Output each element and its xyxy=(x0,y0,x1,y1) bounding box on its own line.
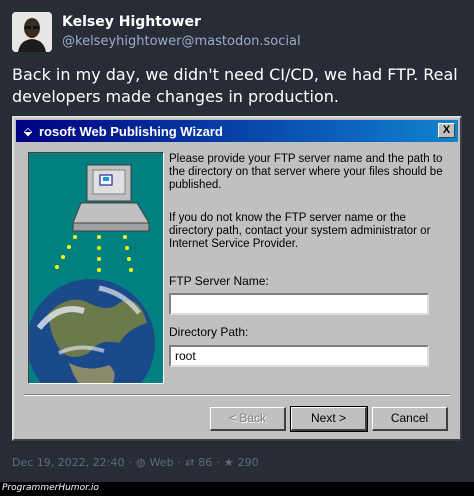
post-meta: Dec 19, 2022, 22:40 · ◍ Web · ⇄ 86 · ★ 2… xyxy=(12,456,263,469)
computer-globe-icon xyxy=(29,153,163,383)
close-button[interactable]: X xyxy=(438,123,455,138)
author-name[interactable]: Kelsey Hightower xyxy=(62,13,301,31)
button-separator xyxy=(24,394,450,396)
back-button[interactable]: < Back xyxy=(210,407,286,431)
separator-dot: · xyxy=(216,456,220,469)
dialog-title: rosoft Web Publishing Wizard xyxy=(39,123,223,139)
wizard-icon: ⬙ xyxy=(23,125,33,138)
ftp-server-input[interactable] xyxy=(169,293,429,315)
post-text: Back in my day, we didn't need CI/CD, we… xyxy=(12,65,458,106)
favourite-count: 290 xyxy=(237,456,259,469)
post-date[interactable]: Dec 19, 2022, 22:40 xyxy=(12,456,124,469)
ftp-server-label: FTP Server Name: xyxy=(169,274,269,288)
watermark-text: ProgrammerHumor.io xyxy=(2,483,99,493)
watermark-bar: ProgrammerHumor.io xyxy=(0,482,474,496)
directory-path-label: Directory Path: xyxy=(169,325,249,339)
boost-count: 86 xyxy=(198,456,213,469)
cancel-button[interactable]: Cancel xyxy=(372,407,448,431)
next-button[interactable]: Next > xyxy=(290,406,368,432)
avatar[interactable] xyxy=(12,12,52,52)
star-icon[interactable]: ★ xyxy=(224,456,234,469)
globe-icon: ◍ xyxy=(135,456,146,469)
retweet-icon[interactable]: ⇄ xyxy=(185,456,194,469)
author-handle[interactable]: @kelseyhightower@mastodon.social xyxy=(62,33,301,51)
avatar-image xyxy=(12,12,52,52)
instruction-text-1: Please provide your FTP server name and … xyxy=(169,153,443,191)
dialog-titlebar[interactable]: ⬙ rosoft Web Publishing Wizard X xyxy=(16,120,458,142)
post-visibility: Web xyxy=(149,456,174,469)
post-header: Kelsey Hightower @kelseyhightower@mastod… xyxy=(12,12,301,52)
separator-dot: · xyxy=(177,456,182,469)
instruction-text-2: If you do not know the FTP server name o… xyxy=(169,212,431,250)
wizard-illustration xyxy=(28,152,164,384)
wizard-dialog: ⬙ rosoft Web Publishing Wizard X Please … xyxy=(12,116,462,441)
separator-dot: · xyxy=(128,456,132,469)
directory-path-input[interactable]: root xyxy=(169,345,429,367)
